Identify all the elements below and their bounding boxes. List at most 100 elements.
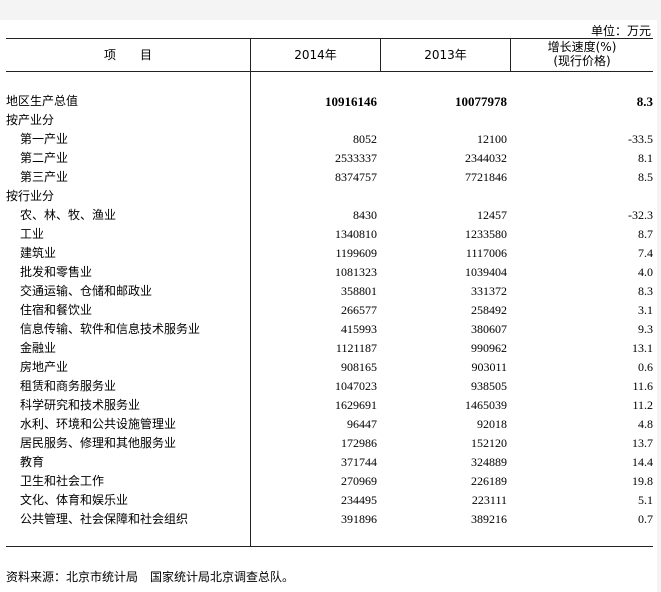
value-2014: 1199609 — [335, 246, 377, 260]
row-label: 第二产业 — [20, 151, 69, 165]
table-row: 工业 1340810 1233580 8.7 — [6, 225, 653, 244]
value-2014: 234495 — [341, 493, 377, 507]
growth-rate: 9.3 — [638, 322, 653, 336]
value-2013: 12457 — [477, 208, 507, 222]
value-2013: 990962 — [471, 341, 507, 355]
table-row: 金融业 1121187 990962 13.1 — [6, 339, 653, 358]
table-bottom-border — [6, 546, 653, 547]
unit-label: 单位：万元 — [590, 24, 651, 38]
row-label: 文化、体育和娱乐业 — [20, 493, 129, 507]
value-2013: 12100 — [477, 132, 507, 146]
table-row: 农、林、牧、渔业 8430 12457 -32.3 — [6, 206, 653, 225]
value-2014: 358801 — [341, 284, 377, 298]
row-label: 房地产业 — [20, 360, 69, 374]
growth-rate: 14.4 — [632, 455, 653, 469]
value-2013: 7721846 — [465, 170, 507, 184]
value-2013: 226189 — [471, 474, 507, 488]
right-background-strip — [657, 0, 661, 592]
row-label: 水利、环境和公共设施管理业 — [20, 417, 177, 431]
row-label: 信息传输、软件和信息技术服务业 — [20, 322, 201, 336]
value-2014: 371744 — [341, 455, 377, 469]
table-row: 教育 371744 324889 14.4 — [6, 453, 653, 472]
row-label: 金融业 — [20, 341, 57, 355]
value-2014: 1121187 — [335, 341, 377, 355]
growth-rate: 11.6 — [632, 379, 653, 393]
growth-rate: 8.3 — [638, 284, 653, 298]
value-2013: 331372 — [471, 284, 507, 298]
row-label: 批发和零售业 — [20, 265, 93, 279]
table-row: 公共管理、社会保障和社会组织 391896 389216 0.7 — [6, 510, 653, 529]
growth-rate: 4.8 — [638, 417, 653, 431]
value-2013: 258492 — [471, 303, 507, 317]
value-2013: 2344032 — [465, 151, 507, 165]
top-background-strip — [0, 0, 661, 20]
table-row: 建筑业 1199609 1117006 7.4 — [6, 244, 653, 263]
value-2014: 8374757 — [335, 170, 377, 184]
growth-rate: 11.2 — [632, 398, 653, 412]
growth-rate: 13.1 — [632, 341, 653, 355]
value-2014: 1047023 — [335, 379, 377, 393]
table-row: 第二产业 2533337 2344032 8.1 — [6, 149, 653, 168]
value-2013: 938505 — [471, 379, 507, 393]
value-2013: 1039404 — [465, 265, 507, 279]
table-row: 水利、环境和公共设施管理业 96447 92018 4.8 — [6, 415, 653, 434]
growth-rate: 5.1 — [638, 493, 653, 507]
growth-rate: 4.0 — [638, 265, 653, 279]
value-2013: 1117006 — [465, 246, 507, 260]
value-2014: 1081323 — [335, 265, 377, 279]
table-top-border — [6, 38, 653, 39]
header-2013: 2013年 — [424, 48, 467, 62]
value-2013: 10077978 — [455, 94, 507, 109]
row-label: 农、林、牧、渔业 — [20, 208, 117, 222]
table-row: 批发和零售业 1081323 1039404 4.0 — [6, 263, 653, 282]
row-label: 建筑业 — [20, 246, 57, 260]
growth-rate: -32.3 — [628, 208, 653, 222]
value-2013: 223111 — [471, 493, 507, 507]
growth-rate: 8.7 — [638, 227, 653, 241]
header-growth: 增长速度(%) (现行价格) — [511, 40, 653, 68]
value-2014: 8052 — [353, 132, 377, 146]
table-row: 交通运输、仓储和邮政业 358801 331372 8.3 — [6, 282, 653, 301]
table-row: 卫生和社会工作 270969 226189 19.8 — [6, 472, 653, 491]
row-label: 教育 — [20, 455, 45, 469]
row-label: 第一产业 — [20, 132, 69, 146]
row-label: 居民服务、修理和其他服务业 — [20, 436, 177, 450]
header-growth-line2: (现行价格) — [553, 54, 611, 68]
growth-rate: 3.1 — [638, 303, 653, 317]
row-label: 按行业分 — [6, 189, 55, 203]
value-2014: 908165 — [341, 360, 377, 374]
value-2014: 1340810 — [335, 227, 377, 241]
header-2014: 2014年 — [294, 48, 337, 62]
row-label: 交通运输、仓储和邮政业 — [20, 284, 153, 298]
table-row: 科学研究和技术服务业 1629691 1465039 11.2 — [6, 396, 653, 415]
value-2014: 391896 — [341, 512, 377, 526]
row-label: 科学研究和技术服务业 — [20, 398, 141, 412]
table-row: 第一产业 8052 12100 -33.5 — [6, 130, 653, 149]
value-2013: 1233580 — [465, 227, 507, 241]
growth-rate: 0.6 — [638, 360, 653, 374]
value-2014: 1629691 — [335, 398, 377, 412]
value-2014: 270969 — [341, 474, 377, 488]
row-label: 卫生和社会工作 — [20, 474, 105, 488]
header-growth-line1: 增长速度(%) — [547, 40, 617, 54]
source-note: 资料来源：北京市统计局 国家统计局北京调查总队。 — [6, 570, 295, 584]
table-row: 租赁和商务服务业 1047023 938505 11.6 — [6, 377, 653, 396]
growth-rate: 19.8 — [632, 474, 653, 488]
header-bottom-border — [6, 71, 653, 72]
value-2014: 172986 — [341, 436, 377, 450]
value-2014: 8430 — [353, 208, 377, 222]
row-label: 按产业分 — [6, 113, 55, 127]
value-2013: 380607 — [471, 322, 507, 336]
table-row: 文化、体育和娱乐业 234495 223111 5.1 — [6, 491, 653, 510]
value-2014: 10916146 — [325, 94, 377, 109]
table-row: 地区生产总值 10916146 10077978 8.3 — [6, 92, 653, 111]
row-label: 地区生产总值 — [6, 94, 79, 108]
row-label: 第三产业 — [20, 170, 69, 184]
row-label: 住宿和餐饮业 — [20, 303, 93, 317]
table-row: 居民服务、修理和其他服务业 172986 152120 13.7 — [6, 434, 653, 453]
table-row: 住宿和餐饮业 266577 258492 3.1 — [6, 301, 653, 320]
value-2014: 266577 — [341, 303, 377, 317]
growth-rate: 8.3 — [636, 94, 653, 109]
table-row: 按行业分 — [6, 187, 653, 206]
growth-rate: 13.7 — [632, 436, 653, 450]
